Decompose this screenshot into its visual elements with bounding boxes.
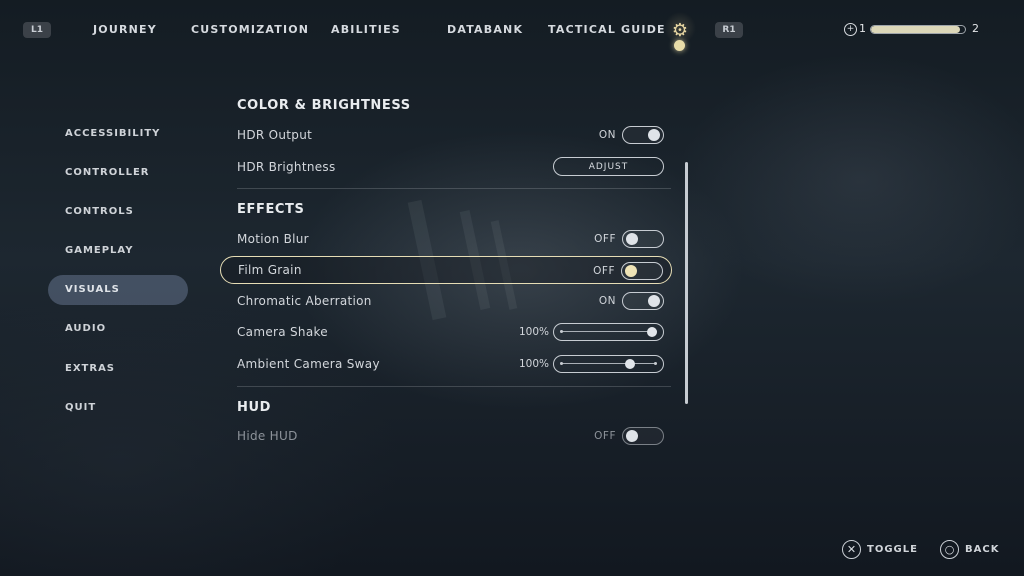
toggle-control[interactable]: OFF — [594, 229, 664, 249]
setting-label: HDR Brightness — [237, 160, 336, 174]
setting-hide-hud[interactable]: Hide HUD OFF — [220, 422, 672, 450]
active-tab-indicator — [674, 40, 685, 51]
top-navigation: L1 JOURNEY CUSTOMIZATION ABILITIES DATAB… — [0, 0, 1024, 58]
toggle-knob — [648, 295, 660, 307]
toggle-hint-label: TOGGLE — [867, 543, 918, 555]
slider-value: 100% — [518, 358, 549, 370]
toggle-switch[interactable] — [622, 292, 664, 310]
toggle-state: OFF — [593, 265, 615, 277]
setting-label: HDR Output — [237, 128, 313, 142]
sidebar-item-accessibility[interactable]: ACCESSIBILITY — [48, 118, 188, 148]
sidebar-item-quit[interactable]: QUIT — [48, 392, 188, 422]
setting-hdr-output[interactable]: HDR Output ON — [220, 121, 672, 149]
setting-motion-blur[interactable]: Motion Blur OFF — [220, 225, 672, 253]
settings-scrollbar[interactable] — [685, 162, 688, 404]
toggle-knob — [626, 233, 638, 245]
circle-button-icon: ○ — [940, 539, 959, 559]
tab-databank[interactable]: DATABANK — [447, 23, 523, 36]
level-progress-bar — [870, 25, 966, 34]
toggle-switch[interactable] — [621, 262, 663, 280]
setting-label: Camera Shake — [237, 325, 328, 339]
sidebar-item-controller[interactable]: CONTROLLER — [48, 157, 188, 187]
toggle-switch[interactable] — [622, 427, 664, 445]
camera-shake-slider[interactable] — [553, 323, 664, 341]
section-title-effects: EFFECTS — [237, 202, 305, 217]
toggle-knob — [626, 430, 638, 442]
sidebar-item-visuals[interactable]: VISUALS — [48, 274, 188, 305]
tab-customization[interactable]: CUSTOMIZATION — [191, 23, 309, 36]
settings-sidebar: ACCESSIBILITY CONTROLLER CONTROLS GAMEPL… — [48, 118, 188, 432]
slider-track — [562, 331, 655, 332]
setting-label: Film Grain — [238, 263, 302, 277]
visual-settings-panel: COLOR & BRIGHTNESS HDR Output ON HDR Bri… — [220, 92, 682, 452]
toggle-state: OFF — [594, 430, 616, 442]
tab-abilities[interactable]: ABILITIES — [331, 23, 401, 36]
section-divider — [237, 386, 671, 387]
cross-button-icon: ✕ — [842, 539, 861, 559]
section-divider — [237, 188, 671, 189]
toggle-state: ON — [598, 295, 616, 307]
sidebar-item-audio[interactable]: AUDIO — [48, 314, 188, 344]
toggle-switch[interactable] — [622, 126, 664, 144]
slider-thumb[interactable] — [625, 359, 635, 369]
section-title-hud: HUD — [237, 400, 272, 415]
slider-thumb[interactable] — [647, 327, 657, 337]
toggle-control[interactable]: ON — [599, 125, 664, 145]
current-level: 1 — [859, 22, 866, 35]
setting-label: Ambient Camera Sway — [237, 357, 380, 371]
sidebar-item-controls[interactable]: CONTROLS — [48, 196, 188, 226]
toggle-hint[interactable]: ✕ TOGGLE — [842, 539, 918, 559]
slider-end-marker — [560, 362, 563, 365]
setting-chromatic-aberration[interactable]: Chromatic Aberration ON — [220, 287, 672, 315]
setting-camera-shake[interactable]: Camera Shake 100% — [220, 318, 672, 346]
r1-bumper-button[interactable]: R1 — [715, 22, 743, 38]
toggle-switch[interactable] — [622, 230, 664, 248]
level-icon: + — [844, 23, 857, 36]
setting-label: Chromatic Aberration — [237, 294, 372, 308]
toggle-knob — [625, 265, 637, 277]
tab-tactical-guide[interactable]: TACTICAL GUIDE — [548, 23, 666, 36]
toggle-control[interactable]: OFF — [593, 261, 663, 281]
back-hint[interactable]: ○ BACK — [940, 539, 999, 559]
slider-end-marker — [654, 362, 657, 365]
section-title-color-brightness: COLOR & BRIGHTNESS — [237, 98, 411, 113]
toggle-state: ON — [598, 129, 616, 141]
setting-hdr-brightness[interactable]: HDR Brightness ADJUST — [220, 153, 672, 181]
level-progress: + 1 2 — [844, 22, 1004, 38]
slider-control[interactable]: 100% — [519, 322, 664, 342]
sidebar-item-extras[interactable]: EXTRAS — [48, 353, 188, 383]
slider-end-marker — [560, 330, 563, 333]
sidebar-item-gameplay[interactable]: GAMEPLAY — [48, 236, 188, 266]
toggle-control[interactable]: ON — [599, 291, 664, 311]
next-level: 2 — [972, 22, 979, 35]
slider-value: 100% — [518, 326, 549, 338]
slider-track — [562, 363, 655, 364]
toggle-control[interactable]: OFF — [594, 426, 664, 446]
level-progress-fill — [871, 26, 961, 33]
toggle-state: OFF — [594, 233, 616, 245]
adjust-button[interactable]: ADJUST — [553, 157, 664, 176]
setting-label: Motion Blur — [237, 232, 309, 246]
setting-film-grain[interactable]: Film Grain OFF — [220, 256, 672, 284]
tab-journey[interactable]: JOURNEY — [93, 23, 157, 36]
toggle-knob — [648, 129, 660, 141]
setting-ambient-camera-sway[interactable]: Ambient Camera Sway 100% — [220, 350, 672, 378]
slider-control[interactable]: 100% — [519, 354, 664, 374]
setting-label: Hide HUD — [237, 429, 298, 443]
ambient-camera-sway-slider[interactable] — [553, 355, 664, 373]
l1-bumper-button[interactable]: L1 — [23, 22, 51, 38]
back-hint-label: BACK — [965, 543, 1000, 555]
